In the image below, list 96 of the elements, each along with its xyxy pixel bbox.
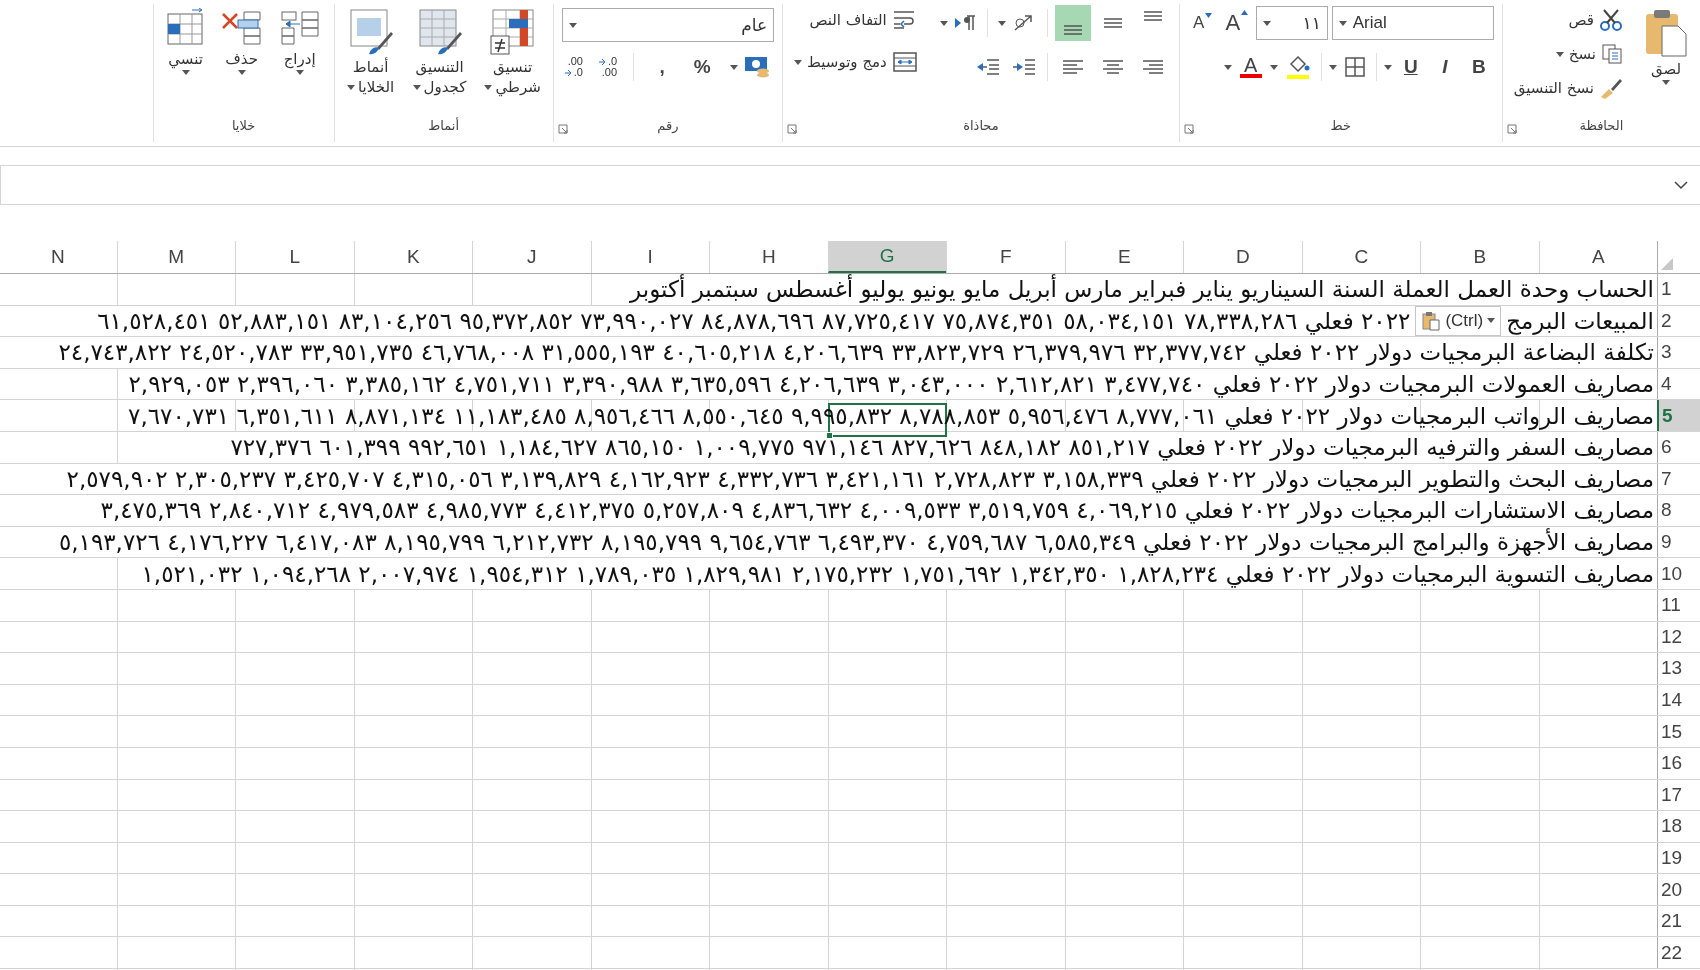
dialog-launcher-icon[interactable] [557, 124, 568, 134]
paste-icon [1644, 8, 1688, 58]
underline-button[interactable]: U [1395, 54, 1426, 80]
align-center-icon [1100, 57, 1125, 77]
dialog-launcher-icon[interactable] [1506, 124, 1517, 134]
caret-icon [1328, 64, 1337, 70]
paste-options-button[interactable]: (Ctrl) [1415, 305, 1502, 336]
group-label: محاذاة [963, 118, 999, 135]
caret-icon [939, 20, 948, 26]
group-label: رقم [657, 118, 679, 136]
caret-icon [181, 70, 190, 75]
expand-chevron-icon[interactable] [1674, 180, 1688, 190]
copy-button[interactable]: نسخ [1552, 38, 1626, 70]
borders-icon [1343, 56, 1366, 78]
row-header[interactable]: 5 [1657, 400, 1700, 431]
percent-button[interactable]: % [687, 54, 718, 80]
increase-decimal-button[interactable]: .0 .00 [595, 54, 621, 80]
group-label: خلايا [231, 118, 256, 135]
caret-icon [730, 64, 739, 70]
group-label: الحافظة [1579, 118, 1624, 135]
column-header[interactable]: K [353, 241, 472, 273]
caret-icon [1262, 20, 1271, 26]
format-as-table-button[interactable]: التنسيق كجدول [408, 4, 471, 100]
merge-center-button[interactable]: دمج وتوسيط [791, 46, 921, 78]
column-header[interactable]: G [827, 241, 946, 273]
caret-icon [1662, 80, 1670, 85]
wrap-text-button[interactable]: التفاف النص [806, 4, 921, 36]
column-header[interactable]: B [1420, 241, 1539, 273]
increase-indent-icon [1010, 57, 1037, 77]
italic-button[interactable]: I [1429, 54, 1460, 80]
caret-icon [1487, 318, 1496, 324]
font-size-field[interactable]: ١١ [1255, 6, 1328, 40]
align-left-icon [1060, 57, 1085, 77]
caret-icon [794, 59, 803, 65]
bottom-align-icon [1063, 25, 1082, 35]
conditional-formatting-button[interactable]: تنسيق شرطي [480, 4, 545, 100]
copy-icon [1601, 43, 1623, 65]
merge-cells-icon [891, 51, 918, 73]
arrow-icon [564, 69, 573, 76]
font-name-field[interactable]: Arial [1331, 6, 1494, 40]
clipboard-icon [1421, 310, 1442, 331]
paintbrush-icon [1599, 77, 1623, 99]
column-header[interactable]: N [0, 241, 117, 273]
cut-button[interactable]: قص [1565, 4, 1626, 36]
column-header[interactable]: A [1538, 241, 1657, 273]
caret-icon [295, 70, 304, 75]
decrease-decimal-button[interactable]: .00 .0 [561, 54, 586, 80]
delete-cells-icon [219, 8, 264, 48]
align-button[interactable] [1054, 5, 1091, 41]
currency-icon [743, 55, 772, 79]
caret-icon [1338, 20, 1347, 26]
conditional-format-icon [488, 8, 537, 56]
shrink-font-button[interactable]: A [1187, 11, 1218, 35]
scissors-icon [1599, 9, 1623, 31]
caret-icon [347, 84, 356, 90]
column-header[interactable]: L [235, 241, 354, 273]
paste-button[interactable]: لصق [1640, 4, 1692, 89]
column-header[interactable]: E [1064, 241, 1183, 273]
column-header[interactable]: I [590, 241, 709, 273]
caret-icon [1269, 64, 1278, 70]
paint-bucket-icon [1284, 54, 1311, 80]
top-align-icon [1143, 11, 1162, 21]
dialog-launcher-icon[interactable] [1183, 124, 1194, 134]
comma-style-button[interactable]: , [647, 54, 678, 80]
format-painter-button[interactable]: نسخ التنسيق [1510, 72, 1626, 104]
caret-icon [412, 84, 421, 90]
up-triangle-icon [1241, 10, 1249, 15]
format-cells-icon [165, 8, 206, 48]
caret-icon [237, 70, 246, 75]
format-button[interactable]: تنسي [161, 4, 210, 79]
column-header[interactable]: C [1301, 241, 1420, 273]
caret-icon [484, 84, 493, 90]
caret-icon [1383, 64, 1392, 70]
number-format-field[interactable]: عام [562, 8, 775, 42]
group-label: خط [1330, 118, 1351, 135]
down-triangle-icon [1205, 13, 1213, 18]
group-label: أنماط [428, 118, 460, 135]
dialog-launcher-icon[interactable] [787, 124, 798, 134]
delete-button[interactable]: حذف [215, 4, 268, 79]
caret-icon [569, 22, 578, 28]
caret-icon [997, 20, 1006, 26]
insert-button[interactable]: إدراج [273, 4, 326, 79]
cell-styles-button[interactable]: أنماط الخلايا [342, 4, 399, 100]
font-color-button[interactable]: A [1235, 54, 1266, 80]
caret-icon [1223, 64, 1232, 70]
middle-align-icon [1103, 18, 1122, 28]
grow-font-button[interactable]: A [1221, 8, 1252, 38]
column-header[interactable]: J [472, 241, 591, 273]
column-header[interactable]: H [709, 241, 828, 273]
column-header[interactable]: D [1183, 241, 1302, 273]
arrow-icon [598, 58, 607, 65]
column-header[interactable]: M [116, 241, 235, 273]
align-right-icon [1140, 57, 1165, 77]
fill-handle[interactable] [825, 432, 833, 439]
paragraph-direction-icon [952, 13, 977, 33]
bold-button[interactable]: B [1463, 54, 1494, 80]
